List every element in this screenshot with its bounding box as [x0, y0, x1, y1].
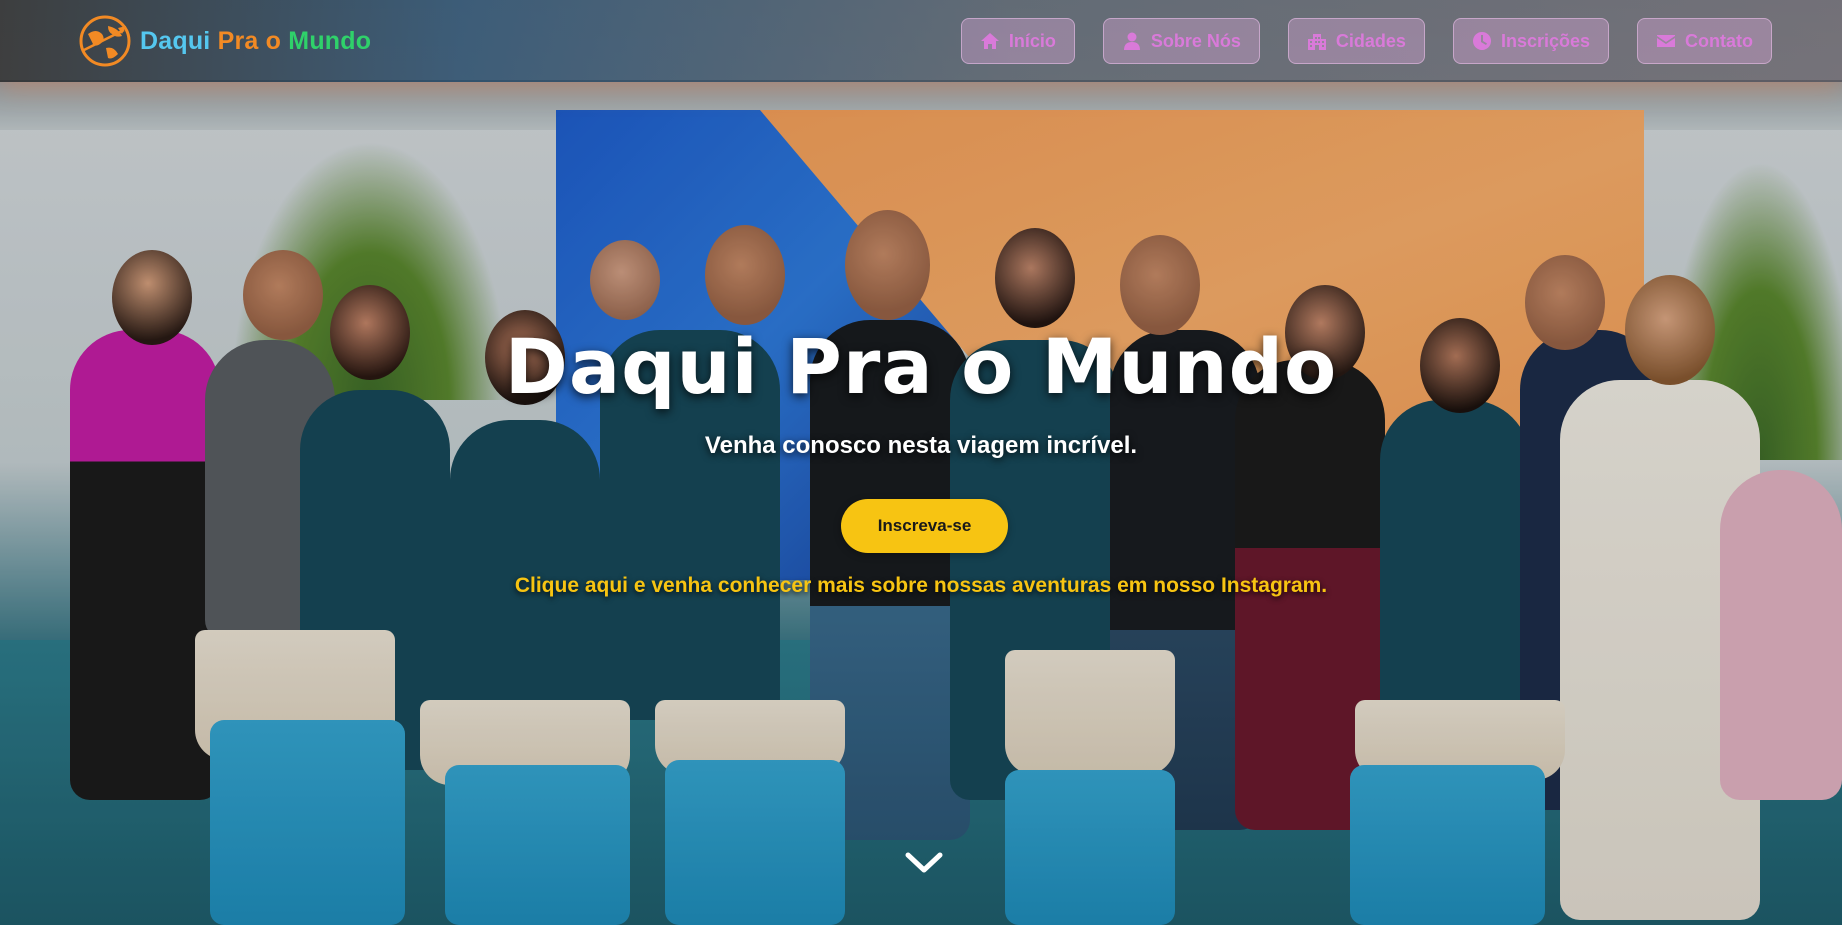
user-icon: [1123, 32, 1140, 50]
brand-name-part-2: Pra o: [217, 26, 282, 55]
clock-icon: [1472, 32, 1491, 50]
chevron-down-icon[interactable]: [904, 850, 944, 876]
nav-item-label: Início: [1008, 30, 1056, 51]
signup-button[interactable]: Inscreva-se: [841, 499, 1008, 553]
home-icon: [980, 33, 999, 49]
nav-item-label: Contato: [1685, 30, 1753, 51]
nav-item-inicio[interactable]: Início: [960, 18, 1075, 64]
nav-item-sobre-nos[interactable]: Sobre Nós: [1102, 18, 1260, 64]
hero-background-photo: [0, 0, 1842, 925]
hero-title: Daqui Pra o Mundo: [504, 322, 1338, 411]
nav-item-inscricoes[interactable]: Inscrições: [1452, 18, 1610, 64]
brand-link[interactable]: Daqui Pra o Mundo: [78, 14, 371, 68]
nav-item-label: Inscrições: [1500, 30, 1591, 51]
brand-name-part-1: Daqui: [140, 26, 211, 55]
nav-item-cidades[interactable]: Cidades: [1287, 18, 1425, 64]
brand-name-part-3: Mundo: [288, 26, 372, 55]
city-icon: [1307, 34, 1326, 50]
globe-plane-icon: [79, 15, 131, 67]
brand-name: Daqui Pra o Mundo: [140, 27, 371, 56]
instagram-link[interactable]: Clique aqui e venha conhecer mais sobre …: [0, 574, 1842, 598]
hero-subtitle: Venha conosco nesta viagem incrível.: [704, 432, 1138, 459]
nav-item-label: Cidades: [1335, 30, 1406, 51]
nav-item-contato[interactable]: Contato: [1637, 18, 1772, 64]
nav-item-label: Sobre Nós: [1150, 30, 1241, 51]
navbar: Daqui Pra o Mundo Início Sobre Nós Cidad…: [0, 0, 1842, 82]
hero-overlay: [0, 0, 1842, 925]
envelope-icon: [1657, 35, 1676, 47]
main-nav: Início Sobre Nós Cidades Inscrições Cont…: [960, 18, 1772, 64]
